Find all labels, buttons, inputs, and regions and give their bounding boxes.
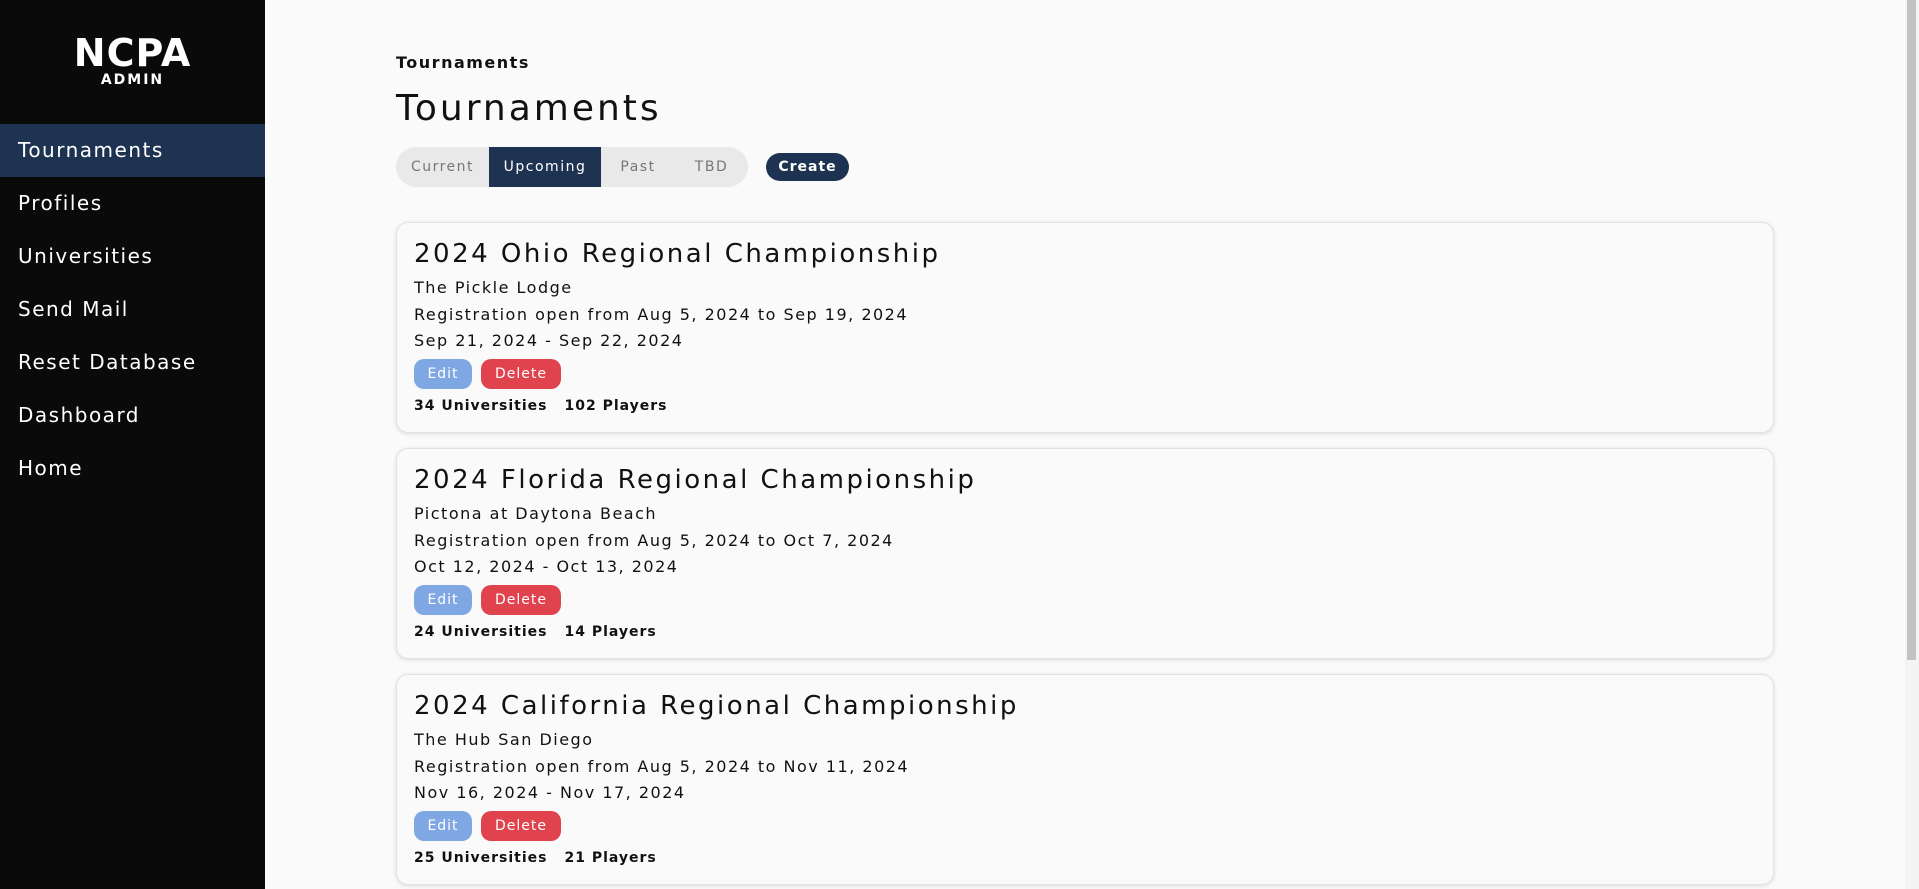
delete-button[interactable]: Delete [481, 359, 561, 389]
edit-button[interactable]: Edit [414, 359, 472, 389]
tournament-venue: The Hub San Diego [414, 730, 594, 749]
players-count: 14 Players [564, 624, 657, 640]
scrollbar[interactable] [1905, 0, 1919, 889]
tournament-stats: 24 Universities 14 Players [414, 624, 657, 640]
sidebar-item-dashboard[interactable]: Dashboard [0, 389, 265, 442]
edit-button[interactable]: Edit [414, 585, 472, 615]
create-button[interactable]: Create [766, 153, 849, 181]
edit-button[interactable]: Edit [414, 811, 472, 841]
delete-button[interactable]: Delete [481, 811, 561, 841]
ncpa-logo[interactable]: NCPA ADMIN [0, 34, 265, 88]
tournament-title: 2024 California Regional Championship [414, 691, 1019, 721]
tournament-title: 2024 Ohio Regional Championship [414, 239, 941, 269]
tournament-card: 2024 Ohio Regional Championship The Pick… [396, 222, 1774, 433]
universities-count: 25 Universities [414, 850, 548, 866]
tournament-filter-tabs: Current Upcoming Past TBD [396, 147, 748, 187]
tab-current[interactable]: Current [396, 147, 489, 187]
tab-past[interactable]: Past [601, 147, 675, 187]
tournament-venue: Pictona at Daytona Beach [414, 504, 658, 523]
sidebar-nav: Tournaments Profiles Universities Send M… [0, 124, 265, 495]
universities-count: 24 Universities [414, 624, 548, 640]
tournament-title: 2024 Florida Regional Championship [414, 465, 977, 495]
tournament-dates: Nov 16, 2024 - Nov 17, 2024 [414, 783, 686, 802]
sidebar: NCPA ADMIN Tournaments Profiles Universi… [0, 0, 265, 889]
scrollbar-thumb[interactable] [1907, 0, 1916, 660]
universities-count: 34 Universities [414, 398, 548, 414]
tab-tbd[interactable]: TBD [675, 147, 748, 187]
breadcrumb: Tournaments [396, 53, 530, 72]
tournament-card: 2024 Florida Regional Championship Picto… [396, 448, 1774, 659]
sidebar-item-universities[interactable]: Universities [0, 230, 265, 283]
tournament-registration: Registration open from Aug 5, 2024 to No… [414, 757, 910, 776]
tournament-card: 2024 California Regional Championship Th… [396, 674, 1774, 885]
tournament-stats: 25 Universities 21 Players [414, 850, 657, 866]
delete-button[interactable]: Delete [481, 585, 561, 615]
logo-subtitle: ADMIN [100, 72, 165, 88]
tournament-stats: 34 Universities 102 Players [414, 398, 668, 414]
tournament-registration: Registration open from Aug 5, 2024 to Oc… [414, 531, 894, 550]
players-count: 102 Players [564, 398, 668, 414]
tab-upcoming[interactable]: Upcoming [489, 147, 601, 187]
tournament-registration: Registration open from Aug 5, 2024 to Se… [414, 305, 909, 324]
sidebar-item-profiles[interactable]: Profiles [0, 177, 265, 230]
tournament-dates: Sep 21, 2024 - Sep 22, 2024 [414, 331, 684, 350]
sidebar-item-tournaments[interactable]: Tournaments [0, 124, 265, 177]
page-title: Tournaments [396, 88, 662, 129]
tournament-dates: Oct 12, 2024 - Oct 13, 2024 [414, 557, 679, 576]
tournament-venue: The Pickle Lodge [414, 278, 573, 297]
logo-text: NCPA [73, 31, 192, 75]
sidebar-item-reset-database[interactable]: Reset Database [0, 336, 265, 389]
players-count: 21 Players [564, 850, 657, 866]
sidebar-item-send-mail[interactable]: Send Mail [0, 283, 265, 336]
sidebar-item-home[interactable]: Home [0, 442, 265, 495]
